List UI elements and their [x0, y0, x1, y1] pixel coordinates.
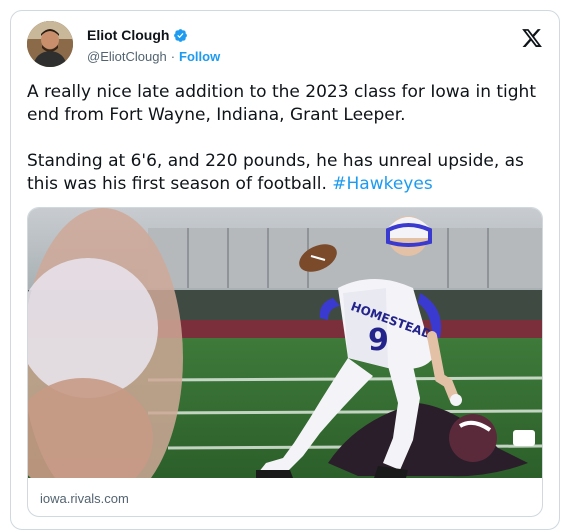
tweet-text: A really nice late addition to the 2023 … [27, 81, 547, 219]
jersey-number: 9 [368, 323, 389, 358]
link-domain[interactable]: iowa.rivals.com [40, 491, 129, 506]
follow-button[interactable]: Follow [179, 49, 220, 64]
x-logo-icon[interactable] [521, 27, 543, 49]
tweet-paragraph-2-text: Standing at 6'6, and 220 pounds, he has … [27, 151, 524, 194]
football-photo[interactable]: HOMESTEAD 9 [28, 208, 543, 478]
tweet-paragraph-1: A really nice late addition to the 2023 … [27, 82, 536, 125]
avatar-image [27, 21, 73, 67]
author-handle[interactable]: @EliotClough [87, 49, 167, 64]
tweet-card[interactable]: Eliot Clough @EliotClough · Follow A rea… [10, 10, 560, 530]
verified-badge-icon [174, 28, 188, 42]
hashtag-link[interactable]: #Hawkeyes [332, 174, 432, 194]
separator-dot: · [170, 49, 176, 64]
link-card[interactable]: HOMESTEAD 9 iowa.rivals.com [27, 207, 543, 517]
tweet-paragraph-2: Standing at 6'6, and 220 pounds, he has … [27, 150, 547, 196]
avatar[interactable] [27, 21, 73, 67]
author-name[interactable]: Eliot Clough [87, 27, 169, 43]
